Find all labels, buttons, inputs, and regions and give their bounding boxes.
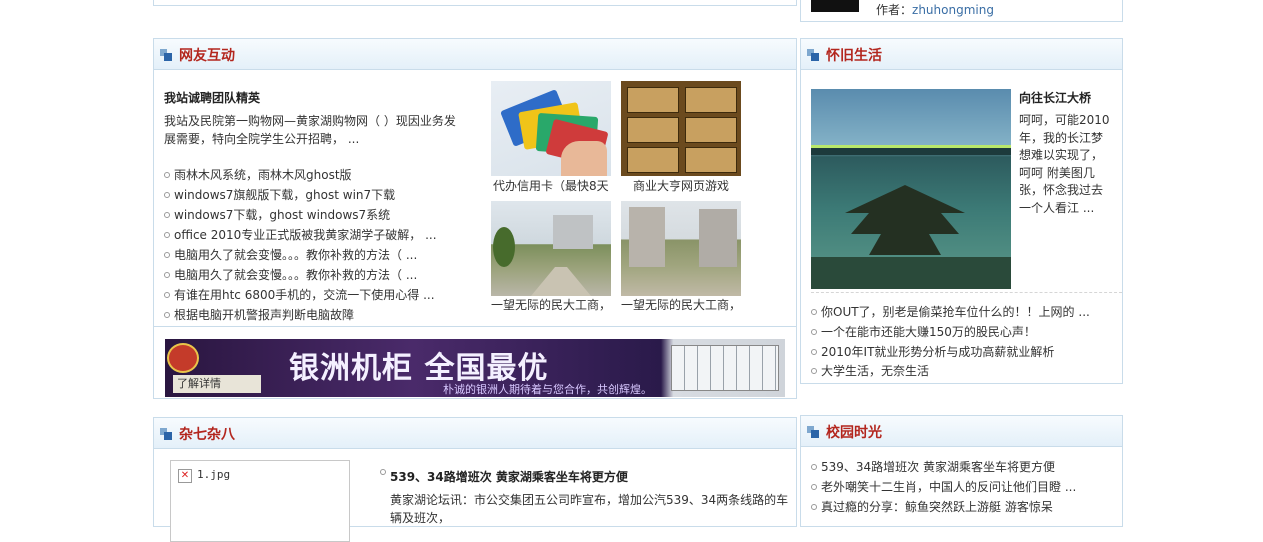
thumb-caption-1[interactable]: 代办信用卡（最快8天 (493, 178, 609, 194)
netfriend-link-6[interactable]: 电脑用久了就会变慢。。。教你补救的方法（ ... (164, 265, 417, 285)
campus-panel: 校园时光 539、34路增班次 黄家湖乘客坐车将更方便 老外嘲笑十二生肖，中国人… (800, 415, 1123, 527)
banner-button[interactable]: 了解详情 (173, 375, 261, 393)
banner-cabinet-image (671, 345, 779, 391)
thumb-caption-2[interactable]: 商业大亨网页游戏 (633, 178, 729, 194)
netfriend-link-4[interactable]: office 2010专业正式版被我黄家湖学子破解， ... (164, 225, 437, 245)
netfriend-link-8[interactable]: 根据电脑开机警报声判断电脑故障 (164, 305, 354, 325)
author-link[interactable]: zhuhongming (912, 3, 994, 17)
banner-ad[interactable]: 了解详情 银洲机柜 全国最优 朴诚的银洲人期待着与您合作，共创辉煌。 (165, 339, 785, 397)
misc-image-frame[interactable]: ✕ 1.jpg (170, 460, 350, 542)
netfriend-headline[interactable]: 我站诚聘团队精英 (164, 89, 260, 106)
nostalgia-link-4[interactable]: 大学生活，无奈生活 (811, 361, 929, 381)
author-line: 作者：zhuhongming (876, 1, 994, 18)
banner-sub-text: 朴诚的银洲人期待着与您合作，共创辉煌。 (443, 383, 652, 396)
nostalgia-panel: 怀旧生活 向往长江大桥 呵呵，可能2010年，我的长江梦想难以实现了，呵呵 附美… (800, 38, 1123, 384)
nostalgia-feature-text: 呵呵，可能2010年，我的长江梦想难以实现了，呵呵 附美图几张，怀念我过去一个人… (1019, 113, 1110, 215)
nostalgia-title: 怀旧生活 (826, 48, 882, 64)
nostalgia-link-1[interactable]: 你OUT了，别老是偷菜抢车位什么的！！上网的 ... (811, 302, 1090, 322)
campus-header: 校园时光 (801, 416, 1122, 447)
thumb-campus-image-1[interactable] (491, 201, 611, 296)
thumb-game-image[interactable] (621, 81, 741, 176)
netfriend-link-2[interactable]: windows7旗舰版下载，ghost win7下载 (164, 185, 395, 205)
misc-header: 杂七杂八 (154, 418, 796, 449)
misc-headline[interactable]: 539、34路增班次 黄家湖乘客坐车将更方便 (390, 468, 628, 485)
nostalgia-feature-title[interactable]: 向往长江大桥 (1019, 89, 1091, 106)
misc-bullet-icon (380, 469, 386, 475)
thumb-caption-4[interactable]: 一望无际的民大工商， (621, 297, 741, 313)
nostalgia-header: 怀旧生活 (801, 39, 1122, 70)
misc-title: 杂七杂八 (179, 427, 235, 443)
netfriend-header: 网友互动 (154, 39, 796, 70)
nostalgia-link-3[interactable]: 2010年IT就业形势分析与成功高薪就业解析 (811, 342, 1054, 362)
netfriend-link-5[interactable]: 电脑用久了就会变慢。。。教你补救的方法（ ... (164, 245, 417, 265)
section-icon (807, 49, 819, 61)
campus-link-2[interactable]: 老外嘲笑十二生肖，中国人的反问让他们目瞪 ... (811, 477, 1076, 497)
top-left-panel-fragment (153, 0, 797, 6)
broken-image-icon: ✕ (178, 469, 192, 483)
nostalgia-link-2[interactable]: 一个在能市还能大赚150万的股民心声！ (811, 322, 1036, 342)
thumb-campus-image-2[interactable] (621, 201, 741, 296)
campus-title: 校园时光 (826, 425, 882, 441)
netfriend-panel: 网友互动 我站诚聘团队精英 我站及民院第一购物网—黄家湖购物网（ ）现因业务发展… (153, 38, 797, 399)
netfriend-divider (154, 326, 796, 327)
misc-panel: 杂七杂八 ✕ 1.jpg 539、34路增班次 黄家湖乘客坐车将更方便 黄家湖论… (153, 417, 797, 542)
campus-link-1[interactable]: 539、34路增班次 黄家湖乘客坐车将更方便 (811, 457, 1055, 477)
netfriend-link-3[interactable]: windows7下载，ghost windows7系统 (164, 205, 390, 225)
netfriend-link-1[interactable]: 雨林木风系统，雨林木风ghost版 (164, 165, 352, 185)
misc-image-alt: 1.jpg (197, 468, 231, 481)
thumb-caption-3[interactable]: 一望无际的民大工商， (491, 297, 611, 313)
banner-logo-icon (167, 343, 199, 373)
yangtze-bridge-image[interactable] (811, 89, 1011, 289)
author-label: 作者： (876, 3, 913, 17)
author-avatar[interactable] (811, 0, 859, 12)
nostalgia-separator (811, 292, 1122, 293)
campus-link-3[interactable]: 真过瘾的分享：鲸鱼突然跃上游艇 游客惊呆 (811, 497, 1053, 517)
netfriend-link-7[interactable]: 有谁在用htc 6800手机的，交流一下使用心得 ... (164, 285, 435, 305)
section-icon (160, 428, 172, 440)
netfriend-title: 网友互动 (179, 48, 235, 64)
section-icon (160, 49, 172, 61)
misc-text: 黄家湖论坛讯：市公交集团五公司昨宣布，增加公汽539、34两条线路的车辆及班次， (390, 493, 789, 525)
netfriend-intro: 我站及民院第一购物网—黄家湖购物网（ ）现因业务发展需要，特向全院学生公开招聘，… (164, 114, 456, 146)
thumb-credit-card-image[interactable] (491, 81, 611, 176)
section-icon (807, 426, 819, 438)
